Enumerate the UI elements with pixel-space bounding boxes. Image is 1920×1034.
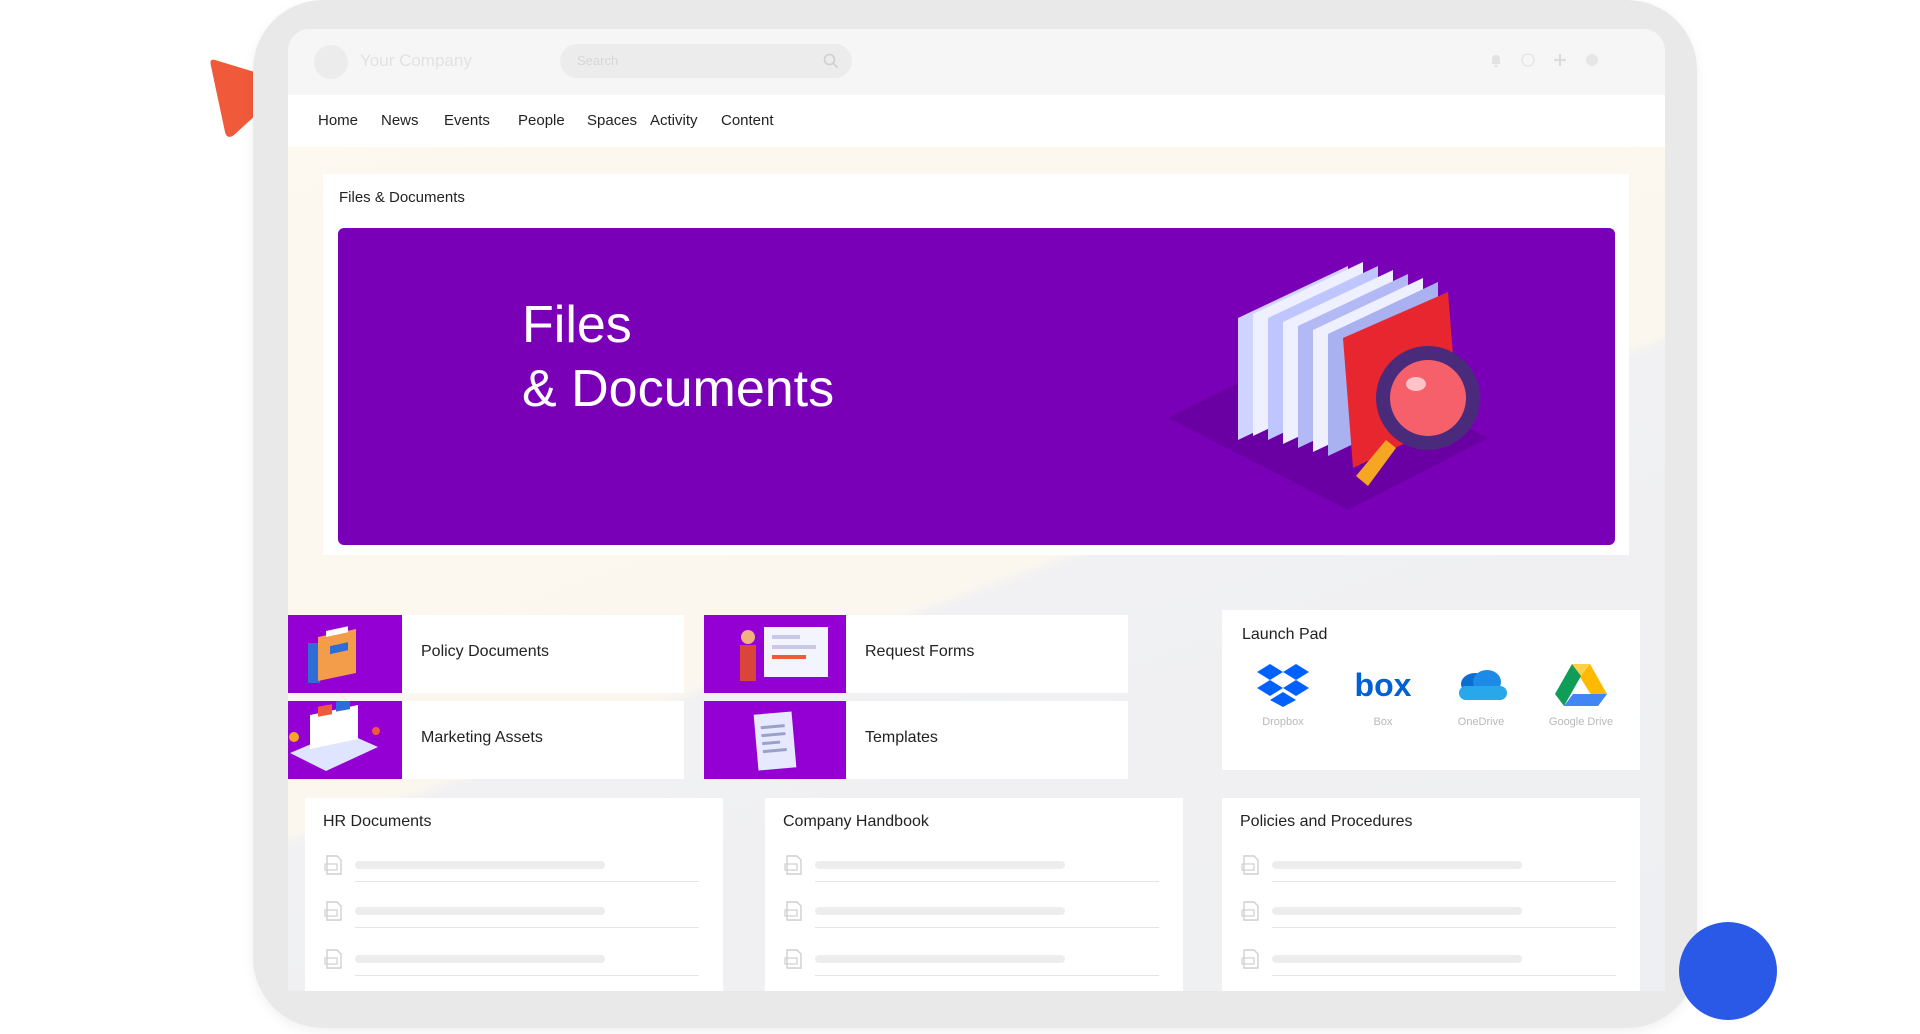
- list-item[interactable]: [1240, 854, 1616, 884]
- file-icon: [1241, 855, 1259, 875]
- list-item[interactable]: [323, 900, 699, 930]
- folders-magnifier-illustration-icon: [1168, 262, 1488, 510]
- file-icon: [784, 949, 802, 969]
- search-input[interactable]: Search: [560, 44, 852, 78]
- launchpad-dropbox[interactable]: Dropbox: [1238, 662, 1328, 742]
- nav-content[interactable]: Content: [721, 112, 774, 129]
- divider: [1272, 927, 1616, 928]
- app-screen: Your Company Search Home News Events Peo…: [288, 29, 1665, 991]
- launchpad-google-drive[interactable]: Google Drive: [1536, 662, 1626, 742]
- form-board-icon: [740, 627, 828, 681]
- tile-templates[interactable]: Templates: [704, 701, 1128, 779]
- topbar-actions: [1487, 51, 1601, 69]
- templates-thumbnail: [704, 701, 846, 779]
- file-icon: [784, 855, 802, 875]
- placeholder-line: [815, 861, 1065, 869]
- list-item[interactable]: [323, 854, 699, 884]
- policy-documents-thumbnail: [288, 615, 402, 693]
- file-icon: [324, 901, 342, 921]
- tile-label: Templates: [865, 729, 938, 746]
- tile-policy-documents[interactable]: Policy Documents: [288, 615, 684, 693]
- nav-news[interactable]: News: [381, 112, 419, 129]
- user-avatar-icon[interactable]: [1583, 51, 1601, 69]
- google-drive-icon: [1555, 664, 1607, 706]
- nav-home[interactable]: Home: [318, 112, 358, 129]
- card-title: Policies and Procedures: [1240, 813, 1413, 830]
- list-item[interactable]: [1240, 900, 1616, 930]
- launchpad-label: OneDrive: [1457, 716, 1505, 728]
- tile-request-forms[interactable]: Request Forms: [704, 615, 1128, 693]
- box-icon: box: [1355, 667, 1412, 703]
- main-nav: Home News Events People Spaces Activity …: [288, 95, 1665, 147]
- tile-label: Policy Documents: [421, 643, 550, 660]
- add-icon[interactable]: [1551, 51, 1569, 69]
- file-icon: [324, 949, 342, 969]
- divider: [355, 927, 699, 928]
- list-item[interactable]: [783, 900, 1159, 930]
- tile-label: Marketing Assets: [421, 729, 543, 746]
- chat-icon[interactable]: [1519, 51, 1537, 69]
- placeholder-line: [1272, 861, 1522, 869]
- launchpad-label: Box: [1373, 716, 1393, 728]
- blue-circle-decoration: [1679, 922, 1777, 1020]
- files-documents-hero-card: Files & Documents Files & Documents: [323, 174, 1629, 555]
- hero-banner: Files & Documents: [338, 228, 1615, 545]
- placeholder-line: [815, 955, 1065, 963]
- launchpad-label: Google Drive: [1548, 716, 1614, 728]
- nav-activity[interactable]: Activity: [650, 112, 698, 129]
- company-handbook-card: Company Handbook: [765, 798, 1183, 991]
- launchpad-onedrive[interactable]: OneDrive: [1436, 662, 1526, 742]
- file-icon: [1241, 949, 1259, 969]
- svg-text:box: box: [1355, 667, 1412, 703]
- company-name: Your Company: [360, 51, 472, 70]
- nav-events[interactable]: Events: [444, 112, 490, 129]
- company-logo[interactable]: [314, 45, 348, 79]
- onedrive-icon: [1459, 670, 1507, 700]
- list-item[interactable]: [323, 948, 699, 978]
- placeholder-line: [1272, 955, 1522, 963]
- nav-spaces[interactable]: Spaces: [587, 112, 637, 129]
- placeholder-line: [355, 955, 605, 963]
- nav-people[interactable]: People: [518, 112, 565, 129]
- divider: [1272, 881, 1616, 882]
- list-item[interactable]: [783, 948, 1159, 978]
- divider: [1272, 975, 1616, 976]
- launchpad-box[interactable]: box Box: [1338, 662, 1428, 742]
- list-item[interactable]: [1240, 948, 1616, 978]
- marketing-assets-thumbnail: [288, 701, 402, 779]
- launch-pad-title: Launch Pad: [1242, 626, 1328, 643]
- banner-title: Files & Documents: [522, 296, 835, 418]
- divider: [815, 881, 1159, 882]
- tile-label: Request Forms: [865, 643, 975, 660]
- document-template-icon: [753, 711, 797, 771]
- placeholder-line: [1272, 907, 1522, 915]
- divider: [355, 975, 699, 976]
- top-bar: Your Company Search: [288, 29, 1665, 95]
- section-title: Files & Documents: [339, 189, 465, 206]
- placeholder-line: [815, 907, 1065, 915]
- launch-pad-card: Launch Pad Dropbox box Box OneDrive Goog…: [1222, 610, 1640, 770]
- file-icon: [324, 855, 342, 875]
- placeholder-line: [355, 861, 605, 869]
- hr-documents-card: HR Documents: [305, 798, 723, 991]
- binder-icon: [308, 626, 356, 683]
- divider: [815, 975, 1159, 976]
- request-forms-thumbnail: [704, 615, 846, 693]
- tile-marketing-assets[interactable]: Marketing Assets: [288, 701, 684, 779]
- card-title: Company Handbook: [783, 813, 929, 830]
- file-icon: [784, 901, 802, 921]
- divider: [355, 881, 699, 882]
- divider: [815, 927, 1159, 928]
- laptop-dashboard-icon: [289, 701, 380, 771]
- card-title: HR Documents: [323, 813, 432, 830]
- file-icon: [1241, 901, 1259, 921]
- search-icon[interactable]: [822, 52, 840, 70]
- policies-procedures-card: Policies and Procedures: [1222, 798, 1640, 991]
- dropbox-icon: [1257, 664, 1309, 707]
- placeholder-line: [355, 907, 605, 915]
- search-placeholder: Search: [577, 53, 619, 68]
- notification-bell-icon[interactable]: [1487, 51, 1505, 69]
- launchpad-label: Dropbox: [1262, 716, 1304, 728]
- list-item[interactable]: [783, 854, 1159, 884]
